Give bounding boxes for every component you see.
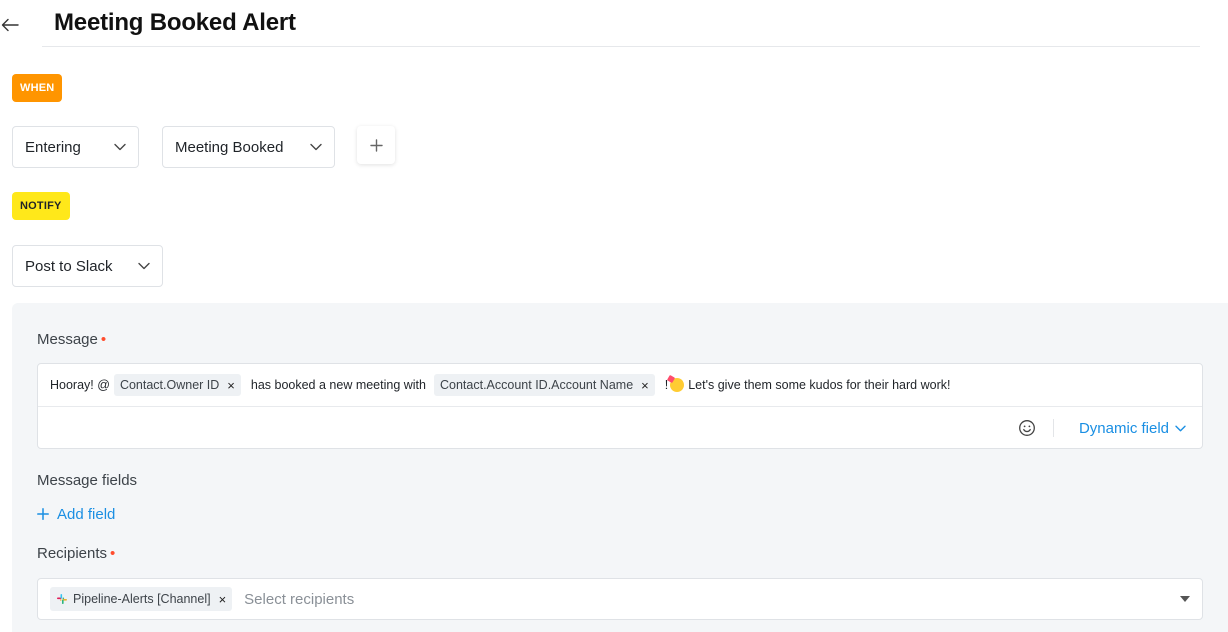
slack-icon xyxy=(56,593,68,605)
recipients-select[interactable]: Pipeline-Alerts [Channel] × xyxy=(37,578,1203,620)
message-prefix: Hooray! @ xyxy=(50,378,110,392)
message-editor[interactable]: Hooray! @ Contact.Owner ID × has booked … xyxy=(37,363,1203,449)
message-suffix: Let's give them some kudos for their har… xyxy=(688,378,951,392)
chevron-down-icon xyxy=(1175,425,1186,432)
trigger-event-select[interactable]: Entering xyxy=(12,126,139,168)
when-tag: WHEN xyxy=(12,74,63,102)
required-indicator: • xyxy=(100,331,107,348)
message-label: Message • xyxy=(37,331,106,348)
add-condition-button[interactable] xyxy=(357,126,395,164)
alert-editor-page: Meeting Booked Alert WHEN Entering Meeti… xyxy=(0,0,1228,632)
caret-down-icon[interactable] xyxy=(1180,596,1190,602)
trigger-stage-value: Meeting Booked xyxy=(175,138,284,156)
recipients-label: Recipients • xyxy=(37,545,115,562)
plus-icon xyxy=(37,508,49,520)
dynamic-field-chip: Contact.Owner ID × xyxy=(113,374,241,396)
remove-chip-button[interactable]: × xyxy=(641,378,649,393)
chevron-down-icon xyxy=(310,143,322,151)
slack-settings-panel: Message • Hooray! @ Contact.Owner ID × ha… xyxy=(12,303,1228,632)
plus-icon xyxy=(369,138,383,152)
recipient-chip: Pipeline-Alerts [Channel] × xyxy=(50,587,233,611)
chevron-down-icon xyxy=(138,262,150,270)
arrow-left-icon[interactable] xyxy=(0,14,20,36)
recipient-chip-label: Pipeline-Alerts [Channel] xyxy=(73,592,211,606)
chip-label: Contact.Account ID.Account Name xyxy=(440,378,634,392)
dynamic-field-label: Dynamic field xyxy=(1078,419,1169,437)
page-title: Meeting Booked Alert xyxy=(54,9,296,36)
message-fields-label: Message fields xyxy=(37,472,138,489)
notify-tag: NOTIFY xyxy=(12,192,70,220)
remove-chip-button[interactable]: × xyxy=(227,378,235,393)
message-text[interactable]: Hooray! @ Contact.Owner ID × has booked … xyxy=(50,373,1190,397)
recipients-search-input[interactable] xyxy=(244,590,1180,608)
trigger-stage-select[interactable]: Meeting Booked xyxy=(162,126,335,168)
notify-action-value: Post to Slack xyxy=(25,257,113,275)
editor-divider xyxy=(38,406,1202,407)
add-field-button[interactable]: Add field xyxy=(37,503,115,525)
party-emoji-icon xyxy=(670,378,685,392)
remove-recipient-button[interactable]: × xyxy=(219,592,227,607)
title-divider xyxy=(42,46,1200,47)
message-label-text: Message xyxy=(37,331,98,348)
add-field-label: Add field xyxy=(57,505,116,523)
chip-label: Contact.Owner ID xyxy=(119,378,220,392)
required-indicator: • xyxy=(110,545,116,562)
notify-action-select[interactable]: Post to Slack xyxy=(12,245,163,287)
toolbar-separator xyxy=(1053,419,1054,437)
dynamic-field-dropdown[interactable]: Dynamic field xyxy=(1079,418,1186,438)
chevron-down-icon xyxy=(114,143,126,151)
message-middle: has booked a new meeting with xyxy=(250,378,426,392)
dynamic-field-chip: Contact.Account ID.Account Name × xyxy=(434,374,655,396)
recipients-label-text: Recipients xyxy=(37,545,108,562)
smiley-face-icon[interactable] xyxy=(1017,418,1037,438)
trigger-event-value: Entering xyxy=(25,138,81,156)
